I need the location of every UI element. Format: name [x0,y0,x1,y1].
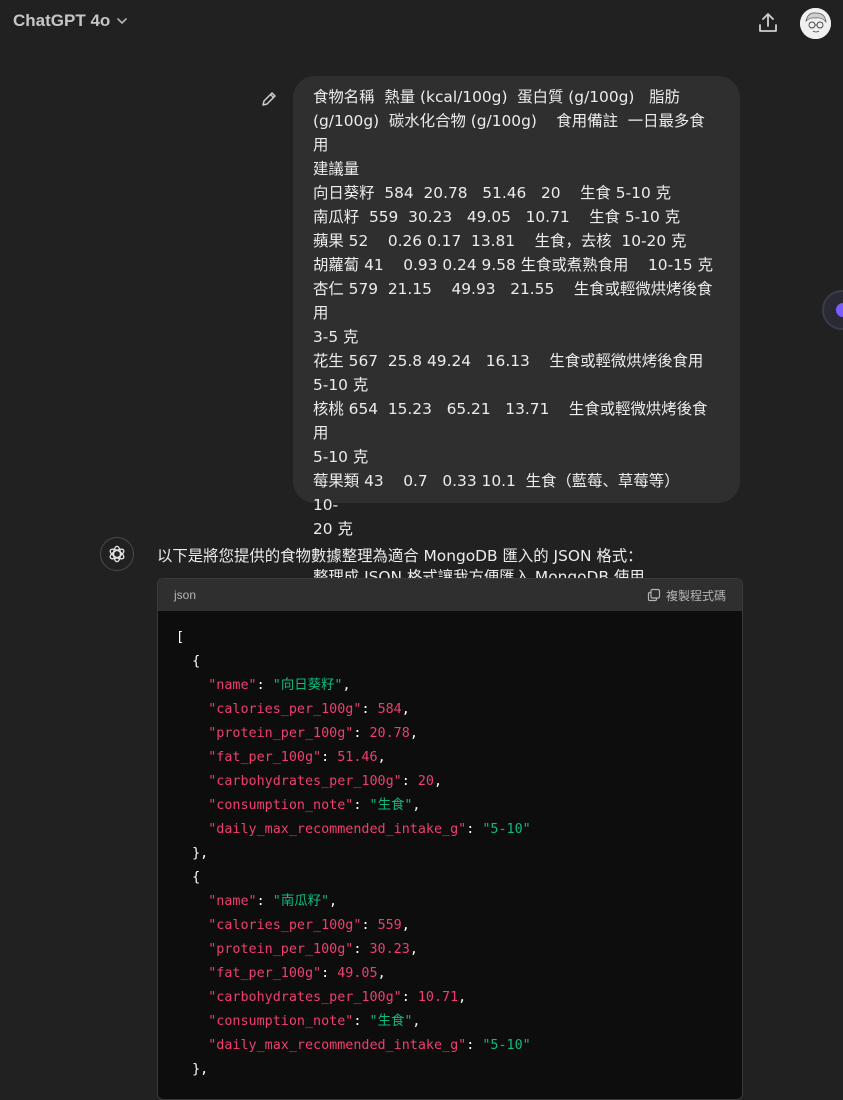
copy-code-label: 複製程式碼 [665,588,726,603]
chevron-down-icon [117,18,128,25]
code-block: json 複製程式碼 [ { "name": "向日葵籽", "calories… [157,578,743,1100]
model-selector[interactable]: ChatGPT 4o [13,11,128,31]
json-value-intake: 5-10 [490,1038,523,1053]
code-block-header: json 複製程式碼 [158,579,742,611]
assistant-intro-text: 以下是將您提供的食物數據整理為適合 MongoDB 匯入的 JSON 格式： [157,547,643,565]
json-value-calories: 559 [377,918,402,933]
openai-logo-icon [100,537,134,571]
extension-icon [836,303,843,317]
code-language-label: json [174,588,197,602]
json-value-name: 南瓜籽 [280,894,321,909]
json-value-carbs: 10.71 [417,990,459,1005]
user-avatar[interactable] [800,8,831,39]
user-message-text: 食物名稱 熱量 (kcal/100g) 蛋白質 (g/100g) 脂肪 (g/1… [313,88,714,586]
floating-extension-button[interactable] [822,290,843,330]
model-name: ChatGPT 4o [13,11,111,30]
json-value-fat: 49.05 [337,966,378,981]
pencil-icon[interactable] [260,90,278,108]
copy-code-button[interactable]: 複製程式碼 [647,587,726,604]
json-open-bracket: [ [176,630,185,645]
json-value-protein: 30.23 [369,942,410,957]
top-bar: ChatGPT 4o [0,0,843,46]
json-value-intake: 5-10 [490,822,523,837]
json-value-protein: 20.78 [369,726,410,741]
avatar-illustration [800,8,831,39]
copy-icon [647,588,661,602]
share-icon[interactable] [756,11,780,35]
json-value-calories: 584 [377,702,402,717]
user-message-bubble: 食物名稱 熱量 (kcal/100g) 蛋白質 (g/100g) 脂肪 (g/1… [293,76,740,586]
json-value-name: 向日葵籽 [280,678,335,693]
code-content: [ { "name": "向日葵籽", "calories_per_100g":… [176,630,531,1077]
json-value-fat: 51.46 [337,750,378,765]
json-value-carbs: 20 [417,774,434,789]
json-value-note: 生食 [377,798,405,813]
json-value-note: 生食 [377,1014,405,1029]
